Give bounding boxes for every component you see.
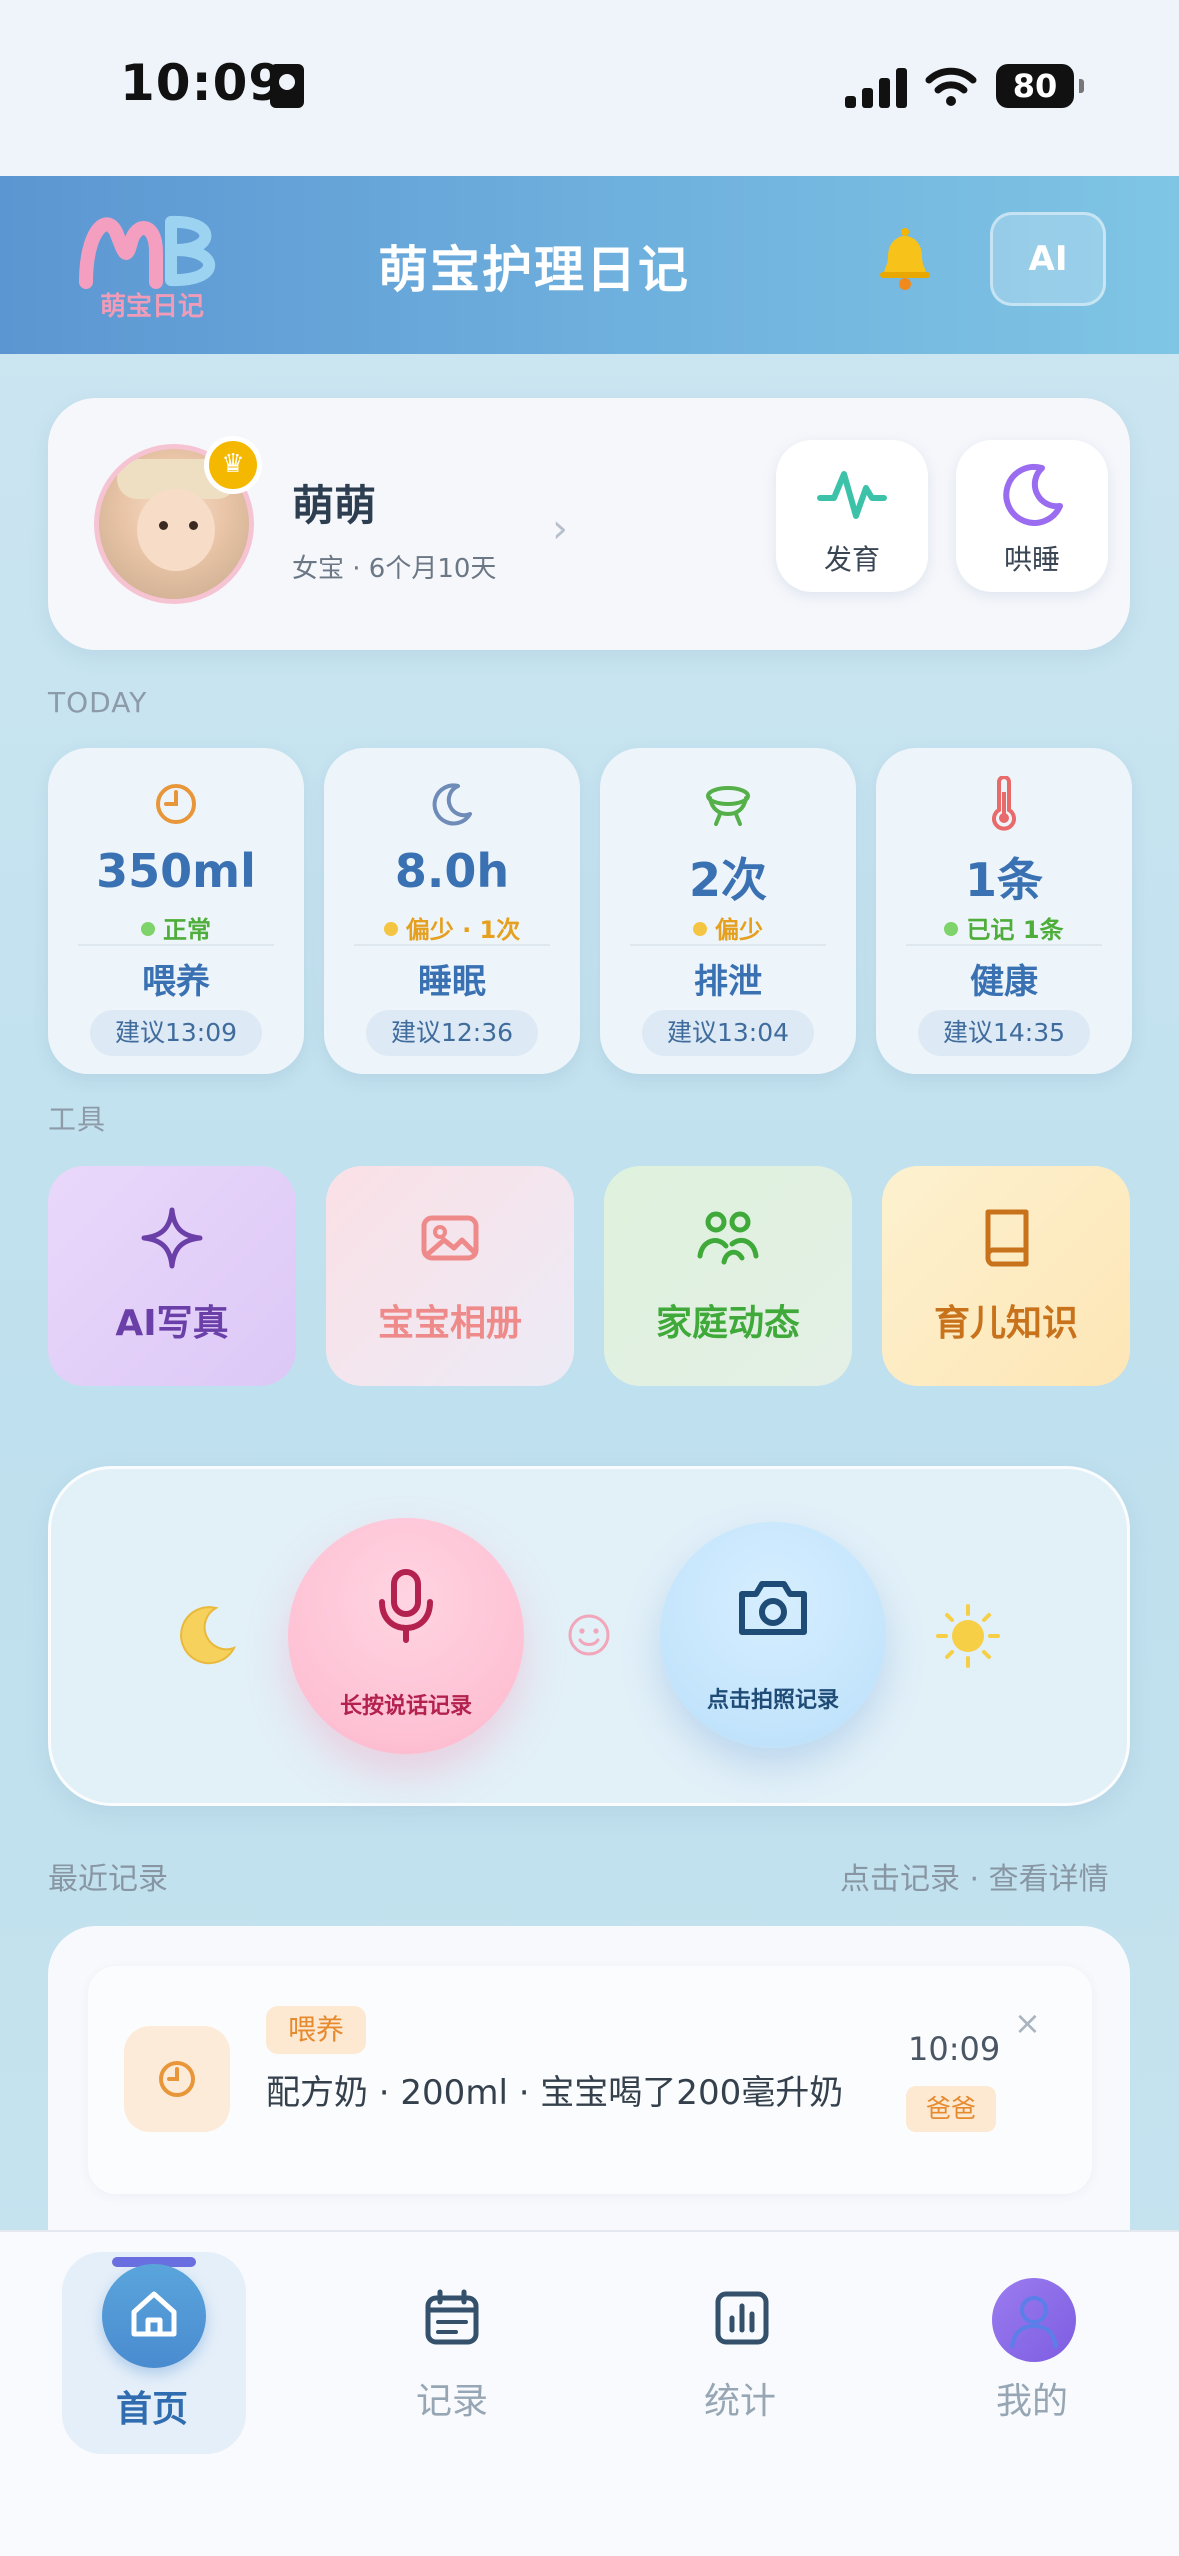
sun-icon — [936, 1604, 1000, 1668]
pulse-icon — [817, 471, 887, 519]
tools-label: 工具 — [48, 1103, 107, 1136]
voice-record-button[interactable]: 长按说话记录 — [288, 1518, 524, 1754]
stat-value: 1条 — [964, 853, 1043, 907]
growth-label: 发育 — [823, 543, 880, 576]
stat-name: 睡眠 — [418, 962, 486, 1002]
chevron-right-icon[interactable]: › — [552, 506, 568, 552]
stat-name: 健康 — [970, 962, 1038, 1002]
thermometer-icon — [992, 776, 1016, 831]
tool-label: 家庭动态 — [655, 1303, 800, 1344]
home-icon-button[interactable] — [102, 2264, 206, 2368]
stat-status: 偏少 · 1次 — [324, 910, 580, 945]
app-title: 萌宝护理日记 — [378, 241, 690, 299]
camera-icon — [739, 1581, 807, 1635]
calendar-icon[interactable] — [422, 2288, 482, 2348]
baby-info: 女宝 · 6个月10天 — [292, 554, 497, 584]
recent-records-title: 最近记录 — [48, 1862, 168, 1897]
stat-value: 8.0h — [394, 844, 510, 898]
bell-icon[interactable] — [872, 226, 938, 292]
feeding-clock-icon — [159, 2061, 195, 2097]
stat-status: 已记 1条 — [876, 910, 1132, 945]
cellular-signal-icon — [845, 68, 907, 108]
user-avatar[interactable] — [992, 2278, 1076, 2362]
home-icon — [131, 2291, 177, 2337]
tool-family-feed[interactable]: 家庭动态 — [604, 1166, 852, 1386]
stat-name: 喂养 — [142, 962, 210, 1002]
sparkle-icon — [141, 1207, 203, 1269]
stat-status: 正常 — [48, 910, 304, 945]
divider — [906, 944, 1102, 946]
voice-record-label: 长按说话记录 — [339, 1694, 472, 1719]
image-icon — [421, 1215, 479, 1261]
photo-record-button[interactable]: 点击拍照记录 — [660, 1522, 886, 1748]
crown-icon: ♛ — [204, 436, 262, 494]
divider — [78, 944, 274, 946]
stat-suggest-time: 建议13:09 — [90, 1010, 262, 1056]
record-user-badge: 爸爸 — [906, 2086, 997, 2132]
sleep-soothe-button[interactable]: 哄睡 — [956, 440, 1108, 592]
recent-records-hint: 点击记录 · 查看详情 — [840, 1862, 1109, 1897]
stat-card-excretion[interactable]: 2次 偏少 排泄 建议13:04 — [600, 748, 856, 1074]
wifi-icon — [925, 67, 977, 106]
battery-icon: 80 — [996, 64, 1084, 108]
tab-me-label[interactable]: 我的 — [996, 2372, 1068, 2424]
tab-records-label[interactable]: 记录 — [416, 2372, 488, 2424]
book-icon — [985, 1209, 1029, 1267]
status-time: 10:09 — [120, 54, 285, 112]
tool-label: AI写真 — [115, 1303, 229, 1344]
tab-home-label[interactable]: 首页 — [116, 2380, 188, 2432]
record-description: 配方奶 · 200ml · 宝宝喝了200毫升奶 — [266, 2073, 844, 2113]
stat-suggest-time: 建议13:04 — [642, 1010, 814, 1056]
baby-name: 萌萌 — [292, 481, 377, 530]
growth-button[interactable]: 发育 — [776, 440, 928, 592]
stat-value: 2次 — [688, 853, 767, 907]
stat-card-sleep[interactable]: 8.0h 偏少 · 1次 睡眠 建议12:36 — [324, 748, 580, 1074]
stat-card-health[interactable]: 1条 已记 1条 健康 建议14:35 — [876, 748, 1132, 1074]
stat-suggest-time: 建议14:35 — [918, 1010, 1090, 1056]
bar-chart-icon[interactable] — [712, 2288, 772, 2348]
stat-value: 350ml — [96, 844, 256, 898]
moon-icon — [1003, 463, 1063, 526]
sleep-moon-icon — [432, 783, 472, 826]
stat-name: 排泄 — [694, 962, 762, 1002]
tool-label: 宝宝相册 — [377, 1303, 522, 1344]
photo-record-label: 点击拍照记录 — [706, 1688, 839, 1713]
tool-baby-album[interactable]: 宝宝相册 — [326, 1166, 574, 1386]
tool-parenting-knowledge[interactable]: 育儿知识 — [882, 1166, 1130, 1386]
tool-label: 育儿知识 — [933, 1303, 1078, 1344]
stat-card-feeding[interactable]: 350ml 正常 喂养 建议13:09 — [48, 748, 304, 1074]
microphone-icon — [379, 1569, 433, 1643]
stat-status: 偏少 — [600, 910, 856, 945]
tool-ai-portrait[interactable]: AI写真 — [48, 1166, 296, 1386]
user-icon — [1010, 2296, 1058, 2349]
potty-icon — [706, 786, 750, 826]
logo-text: 萌宝日记 — [100, 292, 205, 322]
record-time: 10:09 — [908, 2030, 1001, 2068]
record-type-icon — [124, 2026, 230, 2132]
id-card-icon — [270, 64, 304, 108]
tab-stats-label[interactable]: 统计 — [704, 2372, 776, 2424]
today-label: TODAY — [48, 686, 148, 719]
close-icon[interactable]: × — [1014, 2004, 1041, 2042]
record-type-tag: 喂养 — [266, 2006, 367, 2054]
divider — [630, 944, 826, 946]
feeding-clock-icon — [156, 784, 196, 824]
ai-button[interactable]: AI — [990, 212, 1106, 306]
family-icon — [697, 1211, 759, 1265]
stat-suggest-time: 建议12:36 — [366, 1010, 538, 1056]
divider — [354, 944, 550, 946]
smile-icon — [568, 1614, 610, 1656]
crescent-moon-icon — [180, 1606, 237, 1665]
sleep-soothe-label: 哄睡 — [1003, 543, 1060, 576]
